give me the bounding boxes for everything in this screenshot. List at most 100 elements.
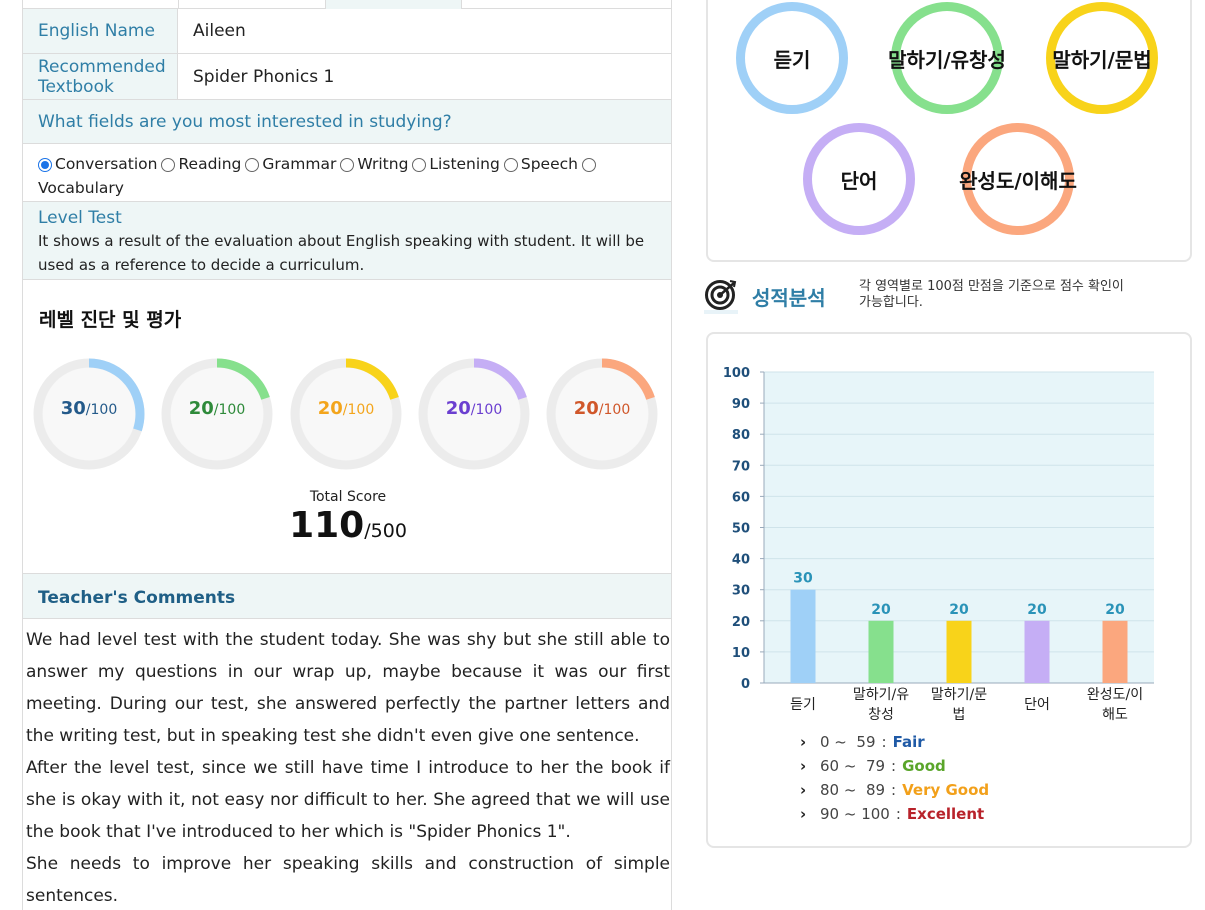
interest-question-row: What fields are you most interested in s… (23, 100, 671, 144)
tab-cell (178, 0, 326, 9)
tab-cell-active (326, 0, 462, 9)
textbook-label-line2: Textbook (38, 77, 114, 97)
score-max: /100 (598, 402, 631, 418)
score-text: 20/100 (288, 398, 404, 419)
radio-button[interactable] (581, 157, 596, 172)
total-score-max: /500 (364, 520, 407, 542)
teacher-comments-title: Teacher's Comments (23, 573, 671, 619)
separator: : (891, 757, 897, 775)
bar-value-label: 30 (793, 571, 813, 587)
score-max: /100 (342, 402, 375, 418)
x-tick-label: 듣기 (790, 697, 816, 713)
total-score-value: 110 (289, 505, 365, 546)
grade-legend-row: › 0 ~ 59: Fair (800, 730, 1020, 754)
radio-button[interactable] (38, 157, 52, 172)
x-tick-label: 단어 (1024, 697, 1050, 713)
level-test-title: Level Test (38, 208, 122, 228)
analysis-description: 각 영역별로 100점 만점을 기준으로 점수 확인이 가능합니다. (859, 279, 1179, 311)
top-tab-strip (23, 0, 671, 9)
bar (1102, 620, 1128, 683)
score-max: /100 (85, 402, 118, 418)
chevron-right-icon: › (800, 805, 807, 823)
y-tick-label: 20 (732, 615, 750, 630)
score-donut: 20/100 (416, 356, 532, 472)
x-tick-label: 해도 (1102, 707, 1128, 723)
radio-button[interactable] (340, 157, 355, 172)
interest-option-speech[interactable]: Speech (503, 154, 578, 175)
radio-button[interactable] (161, 157, 176, 172)
analysis-header: 성적분석 각 영역별로 100점 만점을 기준으로 점수 확인이 가능합니다. (704, 276, 1194, 320)
interest-option-grammar[interactable]: Grammar (245, 154, 336, 175)
y-tick-label: 60 (732, 490, 750, 505)
comment-paragraph: She needs to improve her speaking skills… (26, 854, 670, 906)
separator: : (895, 805, 901, 823)
y-tick-label: 0 (741, 677, 750, 692)
score-donut: 20/100 (544, 356, 660, 472)
radio-button[interactable] (412, 157, 427, 172)
y-tick-label: 30 (732, 584, 750, 599)
interest-option-conversation[interactable]: Conversation (38, 154, 157, 175)
bar (1024, 620, 1050, 683)
bar (868, 620, 894, 683)
category-label: 완성도/이해도 (959, 169, 1077, 193)
analysis-description-line1: 각 영역별로 100점 만점을 기준으로 점수 확인이 (859, 279, 1124, 294)
score-value: 20 (317, 398, 343, 419)
student-report-panel: English Name Aileen Recommended Textbook… (22, 0, 672, 910)
x-tick-label: 말하기/문 (931, 687, 987, 703)
grade-range: 0 ~ 59 (820, 733, 876, 751)
comment-paragraph: We had level test with the student today… (26, 630, 670, 746)
score-bar-chart: 0 10 20 30 40 50 60 70 80 90 100 30 듣기 20 말하기/유창성 20 말하기… (723, 366, 1154, 723)
textbook-row: Recommended Textbook Spider Phonics 1 (23, 54, 671, 100)
category-label: 말하기/문법 (1052, 48, 1152, 72)
chevron-right-icon: › (800, 781, 807, 799)
english-name-value: Aileen (193, 21, 246, 41)
score-max: /100 (213, 402, 246, 418)
radio-label: Grammar (262, 155, 337, 173)
category-label: 듣기 (773, 48, 811, 72)
textbook-label: Recommended Textbook (23, 54, 178, 99)
y-tick-label: 10 (732, 646, 750, 661)
comment-paragraph: After the level test, since we still hav… (26, 758, 670, 842)
y-tick-label: 90 (732, 397, 750, 412)
interest-option-listening[interactable]: Listening (412, 154, 500, 175)
score-value: 20 (445, 398, 471, 419)
y-tick-label: 80 (732, 428, 750, 443)
radio-label: Conversation (55, 155, 158, 173)
x-tick-label: 완성도/이 (1087, 687, 1143, 703)
bar-value-label: 20 (1027, 602, 1047, 618)
grade-legend-row: › 90 ~ 100: Excellent (800, 802, 1020, 826)
grade-range: 90 ~ 100 (820, 805, 890, 823)
target-icon (704, 280, 738, 314)
teacher-comments-body: We had level test with the student today… (26, 624, 670, 910)
interest-option-vocabulary[interactable] (581, 157, 599, 172)
radio-button[interactable] (245, 157, 260, 172)
bar (790, 589, 816, 683)
interest-option-reading[interactable]: Reading (161, 154, 241, 175)
grade-legend: › 0 ~ 59: Fair › 60 ~ 79: Good › 80 ~ 89: Very G… (800, 730, 1020, 826)
separator: : (881, 733, 887, 751)
english-name-row: English Name Aileen (23, 9, 671, 54)
total-score: 110/500 (23, 505, 671, 546)
analysis-description-line2: 가능합니다. (859, 295, 923, 310)
score-value: 30 (60, 398, 86, 419)
radio-label: Vocabulary (38, 178, 124, 197)
radio-button[interactable] (503, 157, 518, 172)
grade-legend-row: › 80 ~ 89: Very Good (800, 778, 1020, 802)
grade-label: Very Good (902, 781, 990, 799)
score-text: 20/100 (159, 398, 275, 419)
interest-option-writng[interactable]: Writng (340, 154, 408, 175)
score-value: 20 (188, 398, 214, 419)
textbook-label-line1: Recommended (38, 57, 166, 77)
score-max: /100 (470, 402, 503, 418)
grade-label: Fair (892, 733, 925, 751)
level-test-description: It shows a result of the evaluation abou… (38, 232, 645, 274)
score-donut: 30/100 (31, 356, 147, 472)
radio-label: Reading (178, 155, 242, 173)
evaluation-title: 레벨 진단 및 평가 (39, 309, 182, 331)
separator: : (891, 781, 897, 799)
y-tick-label: 40 (732, 553, 750, 568)
y-tick-label: 70 (732, 459, 750, 474)
grade-range: 80 ~ 89 (820, 781, 886, 799)
score-text: 30/100 (31, 398, 147, 419)
chevron-right-icon: › (800, 757, 807, 775)
